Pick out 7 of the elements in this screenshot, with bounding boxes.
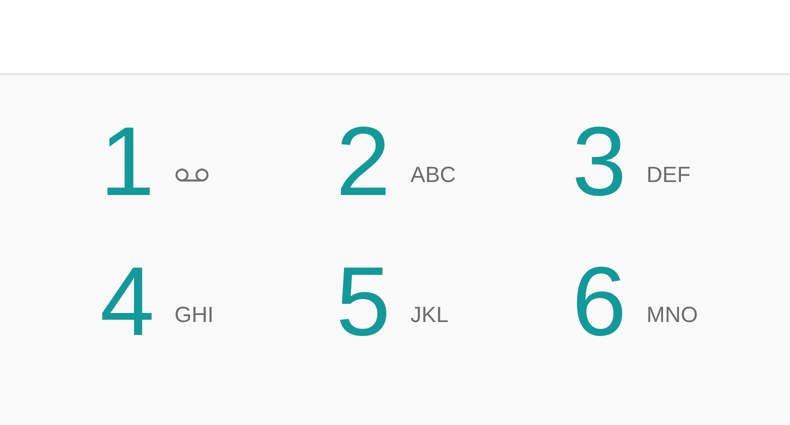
dialpad-key[interactable]: 4 GHI (100, 241, 214, 361)
voicemail-icon (174, 168, 209, 182)
dialpad-key[interactable]: 5 JKL (336, 241, 448, 361)
dialpad-key[interactable]: 3 DEF (572, 101, 691, 221)
dialpad-key[interactable]: 6 MNO (572, 241, 698, 361)
dialpad-key[interactable]: 2 ABC (336, 101, 456, 221)
dialpad-key[interactable]: 1 (100, 101, 209, 221)
